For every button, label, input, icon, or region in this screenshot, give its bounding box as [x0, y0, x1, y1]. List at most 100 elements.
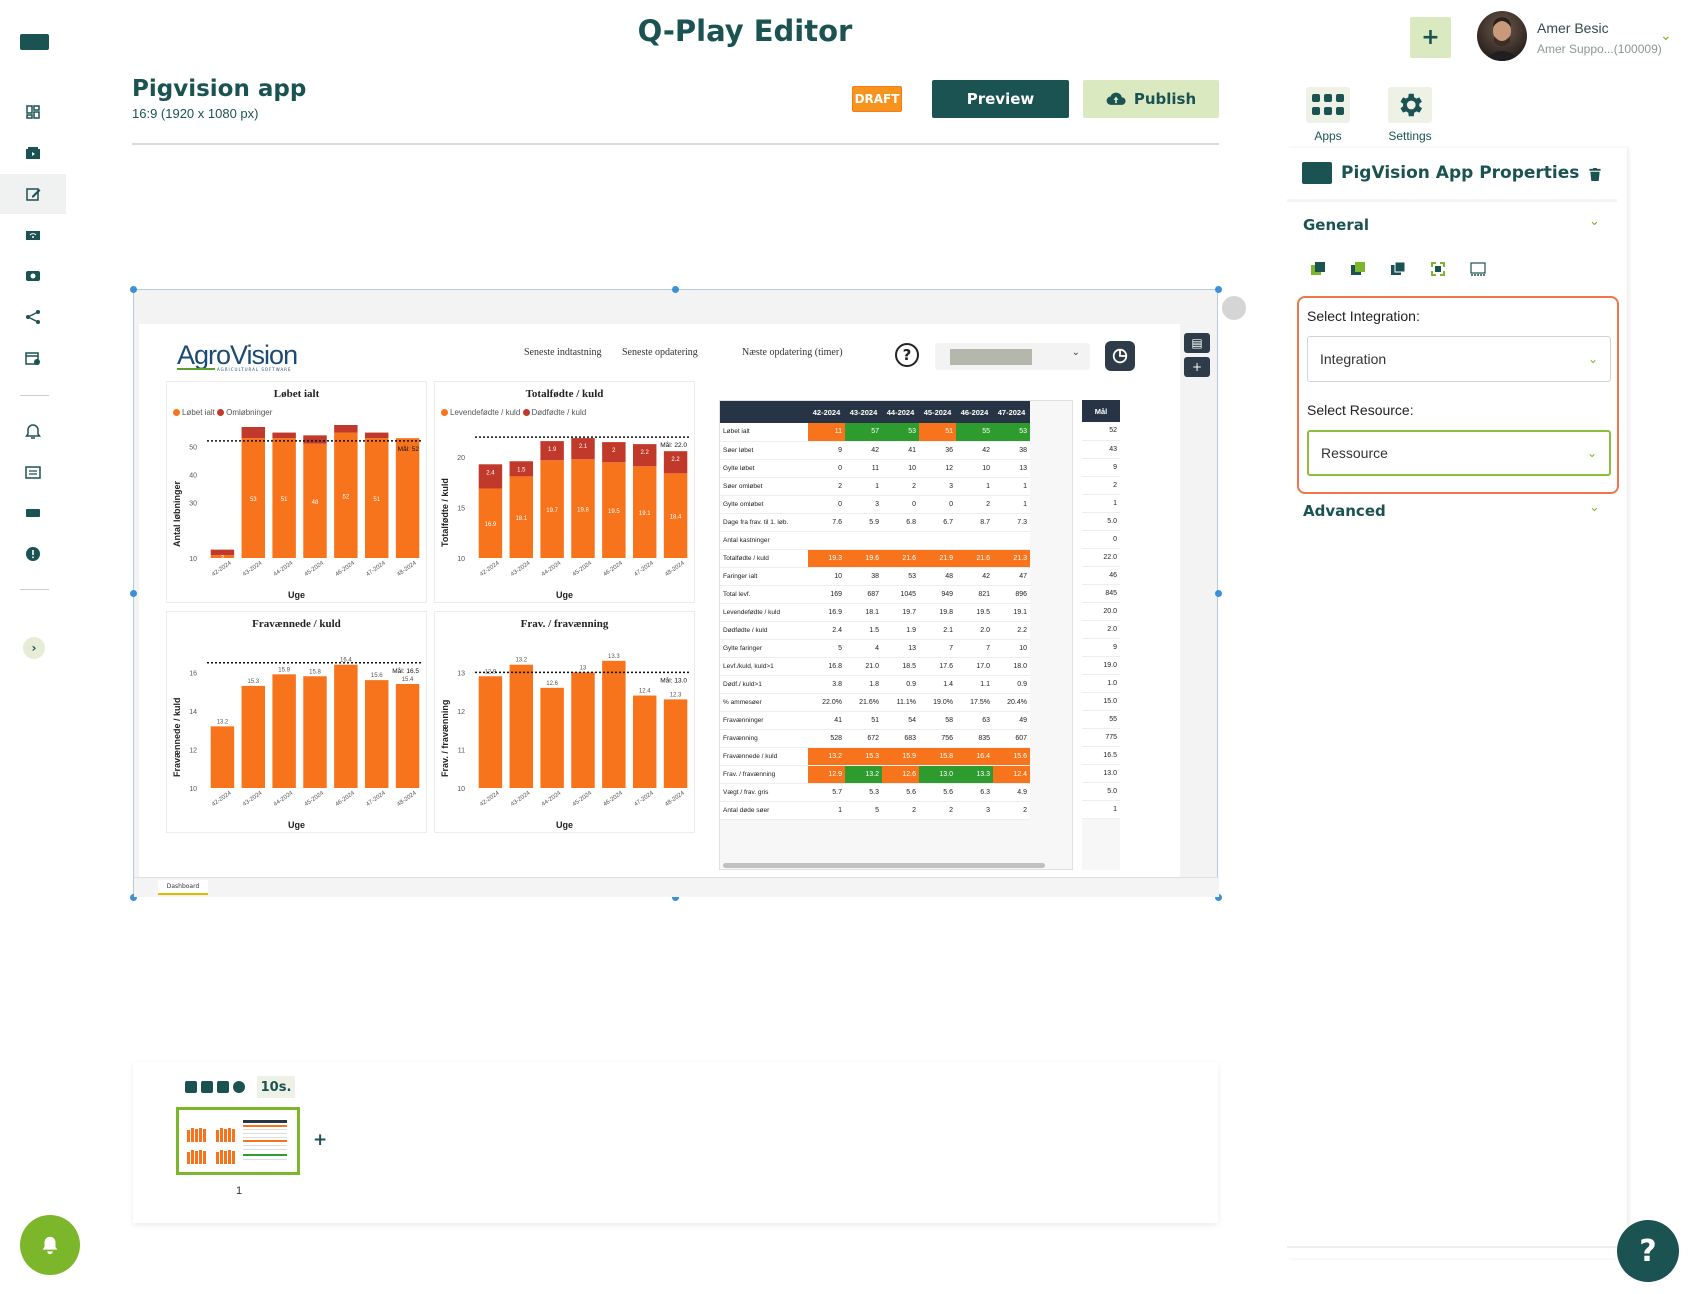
duplicate-icon[interactable]: [1389, 260, 1407, 278]
copy-icon[interactable]: [1309, 260, 1327, 278]
table-cell: 19.5: [956, 603, 993, 622]
section-advanced[interactable]: Advanced: [1303, 502, 1386, 520]
table-row: Dage fra frav. til 1. løb. 7.6 5.9 6.8 6.7 8.…: [720, 513, 1030, 532]
sidebar-item-media[interactable]: [0, 133, 66, 173]
delete-app-button[interactable]: [1589, 166, 1601, 185]
bar-chart: 10 15 20 16.9 2.4 42-2024 18.1 1.5 43-2024 19.7 1.…: [457, 436, 691, 578]
pbi-add-icon[interactable]: +: [1184, 357, 1210, 377]
table-cell: 1: [845, 477, 882, 496]
bar-value-label: 13: [580, 665, 587, 671]
tab-settings[interactable]: Settings: [1372, 79, 1448, 149]
user-avatar[interactable]: [1477, 11, 1527, 61]
goal-header: Mål: [1082, 400, 1120, 422]
sidebar-item-alert[interactable]: [0, 534, 66, 574]
table-cell: 13.3: [956, 765, 993, 784]
tab-apps-label: Apps: [1314, 129, 1342, 143]
table-cell: 19.3: [808, 549, 845, 568]
row-label: Fravænning: [720, 729, 808, 748]
goal-cell: 43: [1082, 440, 1120, 459]
layer-icon[interactable]: [1349, 260, 1367, 278]
x-tick-label: 44-2024: [541, 560, 563, 578]
project-resolution: 16:9 (1920 x 1080 px): [132, 106, 259, 121]
duplicate-icon[interactable]: [185, 1081, 197, 1093]
table-cell: 821: [956, 585, 993, 604]
embedded-dashboard: AgroVision AGRICULTURAL SOFTWARE Seneste…: [139, 324, 1180, 877]
table-cell: 5: [845, 801, 882, 820]
table-cell: 2.2: [993, 621, 1030, 640]
tab-apps[interactable]: Apps: [1290, 79, 1366, 149]
table-cell: 4: [845, 639, 882, 658]
goal-cell: 5.0: [1082, 782, 1120, 801]
x-tick-label: 46-2024: [335, 560, 357, 578]
table-row: Gylte løbet 0 11 10 12 10 13: [720, 459, 1030, 478]
slide-canvas[interactable]: ▤ + AgroVision AGRICULTURAL SOFTWARE Sen…: [130, 286, 1246, 901]
goal-row: 43: [1082, 440, 1120, 459]
integration-select[interactable]: Integration ⌄: [1307, 336, 1611, 382]
expand-sidebar-chevron-icon[interactable]: ›: [23, 637, 45, 659]
sidebar-item-schedule[interactable]: [0, 338, 66, 378]
y-axis-label: Frav. / fravænning: [440, 699, 450, 777]
fullscreen-icon[interactable]: [1429, 260, 1447, 278]
chevron-down-icon: ⌄: [1586, 446, 1597, 460]
resize-handle[interactable]: [672, 286, 679, 293]
pie-chart-button[interactable]: [1105, 341, 1135, 371]
slide-duration[interactable]: 10s.: [257, 1076, 295, 1098]
bar: [478, 676, 503, 788]
general-chevron-icon[interactable]: ⌄: [1589, 214, 1600, 229]
tab-dashboard[interactable]: Dashboard: [158, 880, 208, 895]
display-icon[interactable]: [1469, 260, 1487, 278]
sidebar-divider: [20, 395, 49, 396]
sidebar-item-device[interactable]: [0, 493, 66, 533]
sidebar-item-screen[interactable]: [0, 256, 66, 296]
table-cell: 1: [808, 801, 845, 820]
resize-handle[interactable]: [1215, 286, 1222, 293]
brand-logo-icon[interactable]: [20, 34, 49, 50]
eye-icon[interactable]: [233, 1081, 245, 1093]
media-icon: [26, 147, 40, 159]
sidebar-item-editor[interactable]: [0, 174, 66, 214]
pbi-page-icon[interactable]: ▤: [1184, 333, 1210, 353]
help-button[interactable]: ?: [1617, 1220, 1679, 1282]
table-row: Søer omløbet 2 1 2 3 1 1: [720, 477, 1030, 496]
table-cell: 53: [882, 423, 919, 442]
table-cell: 42: [845, 441, 882, 460]
table-scrollbar[interactable]: [723, 863, 1045, 868]
user-menu-chevron-icon[interactable]: ⌄: [1660, 28, 1672, 44]
resize-handle[interactable]: [130, 590, 137, 597]
sidebar-item-alarm[interactable]: [0, 411, 66, 451]
advanced-chevron-icon[interactable]: ⌄: [1589, 500, 1600, 515]
week-filter-dropdown[interactable]: ⌄: [935, 343, 1090, 370]
table-cell: 49: [993, 711, 1030, 730]
sidebar-item-report[interactable]: [0, 452, 66, 492]
column-header: 46-2024: [956, 401, 993, 423]
notification-bell-button[interactable]: [20, 1215, 80, 1275]
table-cell: 21.3: [993, 549, 1030, 568]
table-row: Dødf./ kuld>1 3.8 1.8 0.9 1.4 1.1 0.9: [720, 675, 1030, 694]
resize-handle[interactable]: [1215, 590, 1222, 597]
x-tick-label: 45-2024: [304, 790, 326, 808]
kpi-table-container[interactable]: 42-2024 43-2024 44-2024 45-2024 46-2024 47-20…: [719, 400, 1073, 870]
bar: [663, 699, 688, 788]
sidebar-item-dashboard[interactable]: [0, 92, 66, 132]
add-slide-button[interactable]: +: [313, 1130, 327, 1150]
section-general[interactable]: General: [1303, 216, 1369, 234]
slide-thumbnail[interactable]: [176, 1107, 300, 1175]
add-button[interactable]: +: [1410, 17, 1451, 58]
resource-select[interactable]: Ressource ⌄: [1307, 430, 1611, 476]
preview-button[interactable]: Preview: [932, 80, 1069, 118]
cloud-icon[interactable]: [201, 1081, 213, 1093]
user-name[interactable]: Amer Besic: [1537, 20, 1609, 36]
resize-handle[interactable]: [130, 286, 137, 293]
sidebar-item-share[interactable]: [0, 297, 66, 337]
publish-button[interactable]: Publish: [1083, 80, 1219, 118]
help-icon[interactable]: ?: [895, 343, 919, 367]
bar-stacked: [210, 549, 235, 556]
table-cell: 0.9: [882, 675, 919, 694]
bar-value-label: 18.4: [670, 515, 682, 521]
x-tick-label: 42-2024: [479, 790, 501, 808]
goal-cell: 13.0: [1082, 764, 1120, 783]
row-label: Dødfødte / kuld: [720, 621, 808, 640]
sidebar-item-wifi[interactable]: [0, 215, 66, 255]
gear-icon[interactable]: [217, 1081, 229, 1093]
column-header: 47-2024: [993, 401, 1030, 423]
